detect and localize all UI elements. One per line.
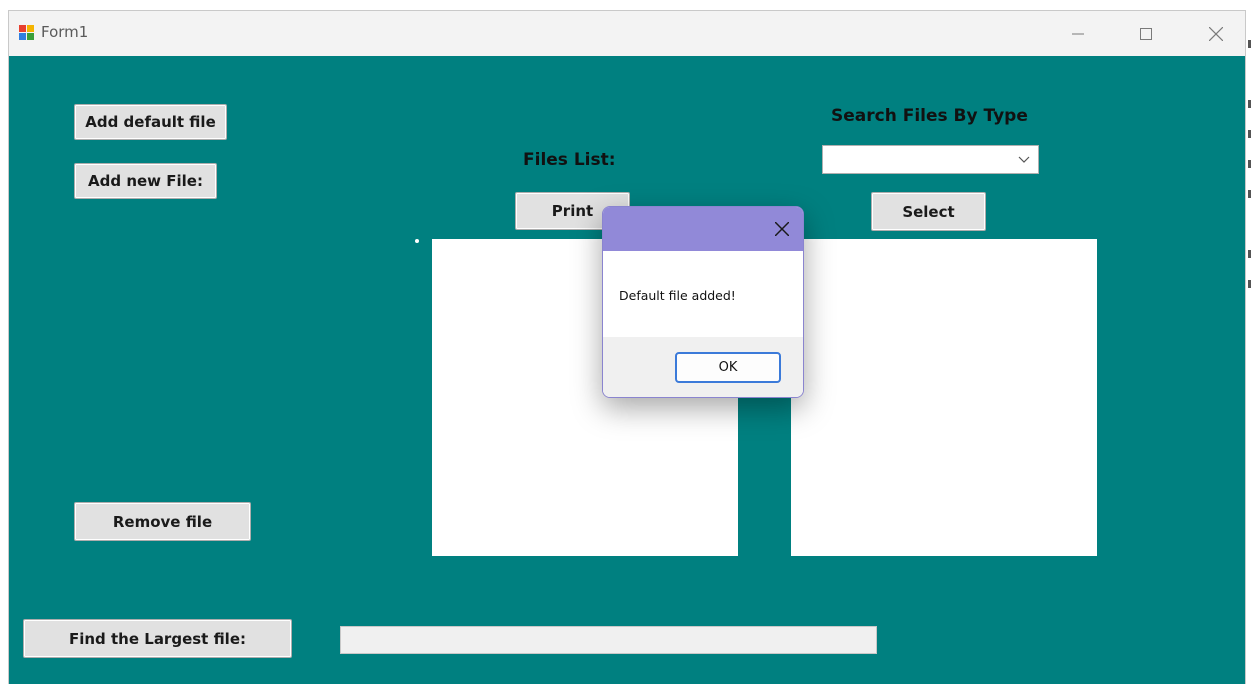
chevron-down-icon [1018,156,1030,163]
message-dialog: Default file added! OK [602,206,804,398]
app-icon [19,25,35,41]
stray-dot [415,239,419,243]
minimize-icon [1072,33,1084,34]
search-files-label: Search Files By Type [831,106,1028,126]
find-largest-file-button[interactable]: Find the Largest file: [23,619,292,658]
window-title: Form1 [41,23,89,41]
dialog-close-button[interactable] [767,214,797,244]
ok-button[interactable]: OK [675,352,781,383]
title-bar[interactable]: Form1 [9,11,1245,56]
minimize-button[interactable] [1055,11,1101,56]
search-results-list-box[interactable] [791,239,1097,556]
add-new-file-button[interactable]: Add new File: [74,163,217,199]
maximize-icon [1140,27,1152,40]
add-default-file-button[interactable]: Add default file [74,104,227,140]
dialog-message: Default file added! [619,288,736,303]
dialog-title-bar[interactable] [603,207,803,251]
close-button[interactable] [1193,11,1239,56]
largest-file-textbox[interactable] [340,626,877,654]
dialog-footer: OK [603,337,803,397]
background-window-edge [1246,0,1253,684]
file-type-combo[interactable] [822,145,1039,174]
close-icon [1209,26,1223,41]
remove-file-button[interactable]: Remove file [74,502,251,541]
files-list-label: Files List: [523,150,616,170]
close-icon [775,222,789,236]
maximize-button[interactable] [1123,11,1169,56]
select-button[interactable]: Select [871,192,986,231]
